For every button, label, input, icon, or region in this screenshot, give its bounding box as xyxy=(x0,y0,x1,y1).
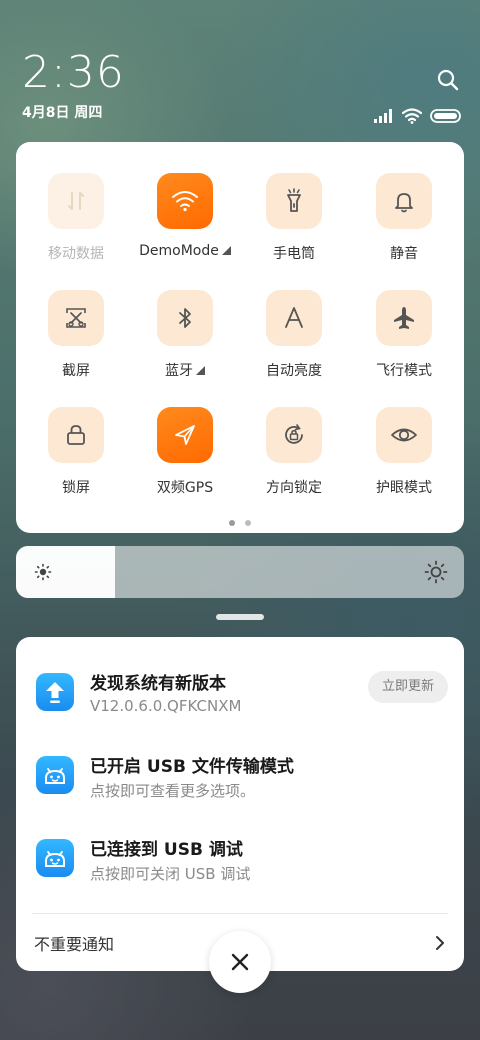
chevron-right-icon[interactable] xyxy=(434,935,446,951)
tile-screenshot[interactable]: 截屏 xyxy=(26,290,126,380)
flashlight-icon xyxy=(266,173,322,229)
notification-title: 发现系统有新版本 xyxy=(90,674,226,694)
bell-icon xyxy=(376,173,432,229)
tile-label: 锁屏 xyxy=(62,480,90,496)
tile-label: 方向锁定 xyxy=(266,480,322,496)
eye-icon xyxy=(376,407,432,463)
system-icons xyxy=(374,108,462,124)
lock-icon xyxy=(48,407,104,463)
wifi-icon xyxy=(402,108,422,124)
page-indicator xyxy=(16,520,464,526)
notification-subtitle: 点按即可查看更多选项。 xyxy=(90,782,256,800)
brightness-low-icon xyxy=(34,563,52,581)
unimportant-notifications-link[interactable]: 不重要通知 xyxy=(34,931,114,955)
status-area: 2:36 4月8日 周四 xyxy=(22,47,462,124)
battery-icon xyxy=(430,109,461,123)
screenshot-icon xyxy=(48,290,104,346)
search-icon[interactable] xyxy=(436,68,460,92)
brightness-level xyxy=(16,546,115,598)
page-dot[interactable] xyxy=(245,520,251,526)
android-icon xyxy=(36,839,74,877)
bluetooth-icon xyxy=(157,290,213,346)
tile-eye-care[interactable]: 护眼模式 xyxy=(354,407,454,497)
expand-caret-icon[interactable] xyxy=(196,366,205,375)
tile-rotation-lock[interactable]: 方向锁定 xyxy=(244,407,344,497)
tile-label: 飞行模式 xyxy=(376,363,432,379)
tile-silent[interactable]: 静音 xyxy=(354,173,454,263)
gps-icon xyxy=(157,407,213,463)
airplane-icon xyxy=(376,290,432,346)
notification-subtitle: V12.0.6.0.QFKCNXM xyxy=(90,697,242,715)
tile-auto-brightness[interactable]: 自动亮度 xyxy=(244,290,344,380)
tile-label: 移动数据 xyxy=(48,246,104,262)
quick-settings-panel: 移动数据 DemoMode 手电筒 静音 截屏 蓝牙 自动亮度 飞行模式 锁屏 … xyxy=(16,142,464,533)
brightness-slider[interactable] xyxy=(16,546,464,598)
tile-airplane[interactable]: 飞行模式 xyxy=(354,290,454,380)
tile-label: DemoMode xyxy=(139,243,219,259)
tile-label: 蓝牙 xyxy=(165,363,193,379)
tile-label-wrap: 蓝牙 xyxy=(135,360,235,380)
tile-flashlight[interactable]: 手电筒 xyxy=(244,173,344,263)
page-dot[interactable] xyxy=(229,520,235,526)
tile-demomode[interactable]: DemoMode xyxy=(135,173,235,259)
clock-time: 2:36 xyxy=(22,47,125,98)
wifi-icon xyxy=(157,173,213,229)
tile-bluetooth[interactable]: 蓝牙 xyxy=(135,290,235,380)
tile-label: 护眼模式 xyxy=(376,480,432,496)
notification-panel: 发现系统有新版本 V12.0.6.0.QFKCNXM 立即更新 已开启 USB … xyxy=(16,637,464,971)
rotation-lock-icon xyxy=(266,407,322,463)
notification-usb-transfer[interactable]: 已开启 USB 文件传输模式 点按即可查看更多选项。 xyxy=(34,752,448,812)
notification-title: 已连接到 USB 调试 xyxy=(90,840,243,860)
mobile-data-icon xyxy=(48,173,104,229)
update-arrow-icon xyxy=(36,673,74,711)
expand-caret-icon[interactable] xyxy=(221,246,231,255)
notification-system-update[interactable]: 发现系统有新版本 V12.0.6.0.QFKCNXM 立即更新 xyxy=(34,669,448,729)
tile-label: 双频GPS xyxy=(156,480,214,496)
tile-label: 截屏 xyxy=(62,363,90,379)
notification-usb-debugging[interactable]: 已连接到 USB 调试 点按即可关闭 USB 调试 xyxy=(34,835,448,895)
tile-label: 静音 xyxy=(390,246,418,262)
drag-handle[interactable] xyxy=(216,614,264,620)
signal-icon xyxy=(374,109,392,123)
brightness-high-icon xyxy=(424,560,448,584)
update-now-button[interactable]: 立即更新 xyxy=(367,671,448,703)
tile-lock-screen[interactable]: 锁屏 xyxy=(26,407,126,497)
divider xyxy=(32,913,448,914)
tile-mobile-data[interactable]: 移动数据 xyxy=(26,173,126,263)
notification-title: 已开启 USB 文件传输模式 xyxy=(90,757,294,777)
close-icon xyxy=(231,953,249,971)
tile-dual-gps[interactable]: 双频GPS xyxy=(135,407,235,497)
tile-label: 手电筒 xyxy=(273,246,315,262)
clear-all-button[interactable] xyxy=(209,931,271,993)
auto-brightness-icon xyxy=(266,290,322,346)
tile-label-wrap: DemoMode xyxy=(135,243,235,259)
android-icon xyxy=(36,756,74,794)
notification-subtitle: 点按即可关闭 USB 调试 xyxy=(90,865,251,883)
tile-label: 自动亮度 xyxy=(266,363,322,379)
